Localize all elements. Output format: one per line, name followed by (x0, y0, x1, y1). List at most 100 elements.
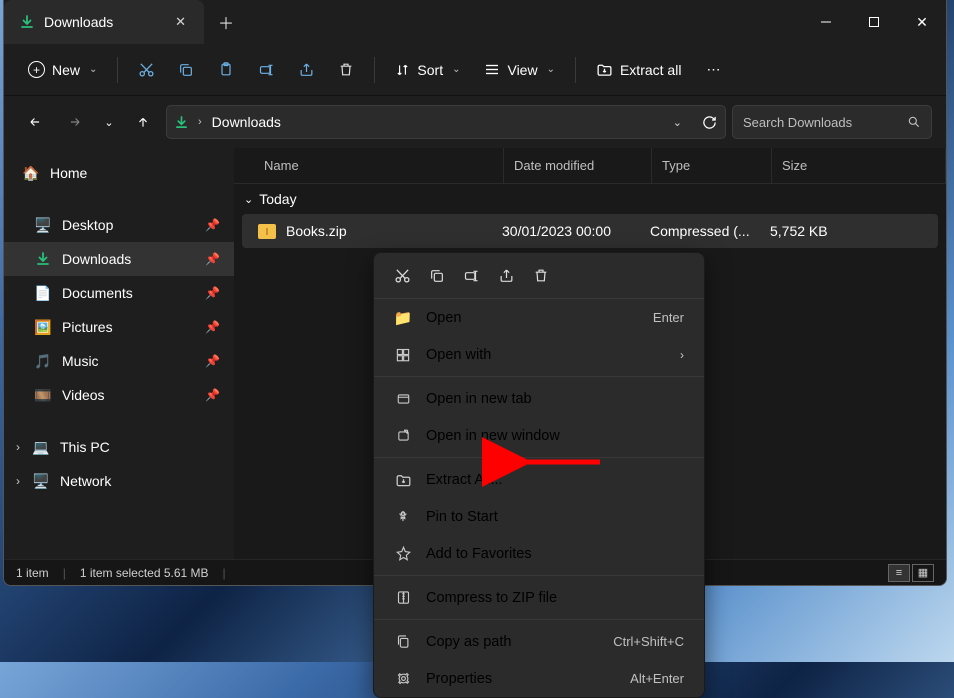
extract-all-button[interactable]: Extract all (586, 53, 691, 87)
delete-icon[interactable] (533, 267, 549, 284)
ctx-open[interactable]: 📁 Open Enter (374, 299, 704, 336)
ctx-add-favorites[interactable]: Add to Favorites (374, 535, 704, 572)
download-arrow-icon (175, 116, 188, 129)
more-button[interactable]: ⋯ (695, 53, 731, 87)
view-button[interactable]: View ⌄ (474, 53, 564, 87)
breadcrumb-location[interactable]: Downloads (212, 114, 281, 130)
sidebar-item-documents[interactable]: 📄 Documents 📌 (4, 276, 234, 310)
music-icon: 🎵 (34, 353, 52, 370)
details-view-button[interactable]: ≡ (888, 564, 910, 582)
new-window-icon (394, 429, 412, 443)
cut-icon[interactable] (394, 267, 411, 284)
sidebar-item-label: Videos (62, 387, 105, 403)
extract-icon (596, 62, 613, 77)
paste-button[interactable] (208, 53, 244, 87)
ctx-properties[interactable]: Properties Alt+Enter (374, 660, 704, 697)
chevron-down-icon[interactable]: ⌄ (673, 116, 682, 129)
sidebar-item-downloads[interactable]: Downloads 📌 (4, 242, 234, 276)
view-label: View (507, 62, 537, 78)
ctx-label: Add to Favorites (426, 546, 532, 562)
ctx-label: Open (426, 310, 461, 326)
status-item-count: 1 item (16, 566, 49, 580)
file-type: Compressed (... (650, 223, 770, 239)
network-icon: 🖥️ (32, 473, 50, 490)
ctx-label: Compress to ZIP file (426, 590, 557, 606)
expand-network-icon[interactable]: › (4, 464, 32, 498)
pin-icon[interactable]: 📌 (205, 218, 220, 232)
ctx-open-new-tab[interactable]: Open in new tab (374, 380, 704, 417)
sort-label: Sort (417, 62, 443, 78)
new-tab-button[interactable]: ＋ (204, 0, 248, 44)
refresh-button[interactable] (702, 115, 717, 130)
chevron-down-icon: ⌄ (244, 193, 253, 206)
column-label: Size (782, 158, 807, 173)
pin-icon[interactable]: 📌 (205, 252, 220, 266)
delete-button[interactable] (328, 53, 364, 87)
ctx-extract-all[interactable]: Extract All... (374, 461, 704, 498)
maximize-button[interactable] (850, 0, 898, 44)
zip-file-icon (258, 224, 276, 239)
extract-icon (394, 473, 412, 487)
column-size[interactable]: Size (772, 148, 946, 183)
copy-button[interactable] (168, 53, 204, 87)
close-tab-icon[interactable]: ✕ (175, 14, 186, 30)
search-placeholder: Search Downloads (743, 115, 852, 130)
download-arrow-icon (34, 252, 52, 266)
close-window-button[interactable]: ✕ (898, 0, 946, 44)
file-row[interactable]: Books.zip 30/01/2023 00:00 Compressed (.… (242, 214, 938, 248)
chevron-right-icon: › (680, 348, 684, 362)
back-button[interactable] (18, 105, 52, 139)
up-button[interactable] (126, 105, 160, 139)
rename-button[interactable] (248, 53, 284, 87)
sort-button[interactable]: Sort ⌄ (385, 53, 470, 87)
navigation-pane: 🏠 Home 🖥️ Desktop 📌 Downloads 📌 📄 Docume… (4, 148, 234, 559)
ctx-open-new-window[interactable]: Open in new window (374, 417, 704, 454)
forward-button[interactable] (58, 105, 92, 139)
ctx-label: Extract All... (426, 472, 503, 488)
expand-thispc-icon[interactable]: › (4, 430, 32, 464)
ctx-open-with[interactable]: Open with › (374, 336, 704, 373)
group-header[interactable]: ⌄ Today (234, 184, 946, 214)
recent-dropdown[interactable]: ⌄ (98, 105, 120, 139)
sidebar-item-pictures[interactable]: 🖼️ Pictures 📌 (4, 310, 234, 344)
column-name[interactable]: Name (234, 148, 504, 183)
tab-downloads[interactable]: Downloads ✕ (4, 0, 204, 44)
pin-icon[interactable]: 📌 (205, 354, 220, 368)
ctx-label: Open in new window (426, 428, 560, 444)
column-date[interactable]: Date modified (504, 148, 652, 183)
sidebar-item-home[interactable]: 🏠 Home (4, 156, 234, 190)
icons-view-button[interactable]: ▦ (912, 564, 934, 582)
sidebar-item-label: Music (62, 353, 99, 369)
sidebar-item-label: Pictures (62, 319, 113, 335)
breadcrumb-separator-icon: › (198, 116, 202, 128)
minimize-button[interactable] (802, 0, 850, 44)
sort-icon (395, 63, 410, 77)
share-button[interactable] (288, 53, 324, 87)
zip-icon (394, 590, 412, 605)
file-size: 5,752 KB (770, 223, 870, 239)
ctx-copy-as-path[interactable]: Copy as path Ctrl+Shift+C (374, 623, 704, 660)
sidebar-item-videos[interactable]: 🎞️ Videos 📌 (4, 378, 234, 412)
ctx-pin-to-start[interactable]: Pin to Start (374, 498, 704, 535)
pin-icon[interactable]: 📌 (205, 388, 220, 402)
sidebar-item-network[interactable]: 🖥️ Network (32, 464, 129, 498)
address-bar[interactable]: › Downloads ⌄ (166, 105, 726, 139)
share-icon[interactable] (498, 268, 515, 284)
copy-icon[interactable] (429, 268, 445, 284)
ctx-label: Properties (426, 671, 492, 687)
rename-icon[interactable] (463, 268, 480, 284)
ctx-compress[interactable]: Compress to ZIP file (374, 579, 704, 616)
pin-icon[interactable]: 📌 (205, 286, 220, 300)
window-controls: ✕ (802, 0, 946, 44)
new-button[interactable]: + New ⌄ (18, 53, 107, 87)
sidebar-item-music[interactable]: 🎵 Music 📌 (4, 344, 234, 378)
pin-icon[interactable]: 📌 (205, 320, 220, 334)
search-input[interactable]: Search Downloads (732, 105, 932, 139)
sidebar-item-thispc[interactable]: 💻 This PC (32, 430, 128, 464)
cut-button[interactable] (128, 53, 164, 87)
sidebar-item-desktop[interactable]: 🖥️ Desktop 📌 (4, 208, 234, 242)
view-icon (484, 63, 500, 76)
ctx-label: Copy as path (426, 634, 511, 650)
sidebar-item-label: This PC (60, 439, 110, 455)
column-type[interactable]: Type (652, 148, 772, 183)
